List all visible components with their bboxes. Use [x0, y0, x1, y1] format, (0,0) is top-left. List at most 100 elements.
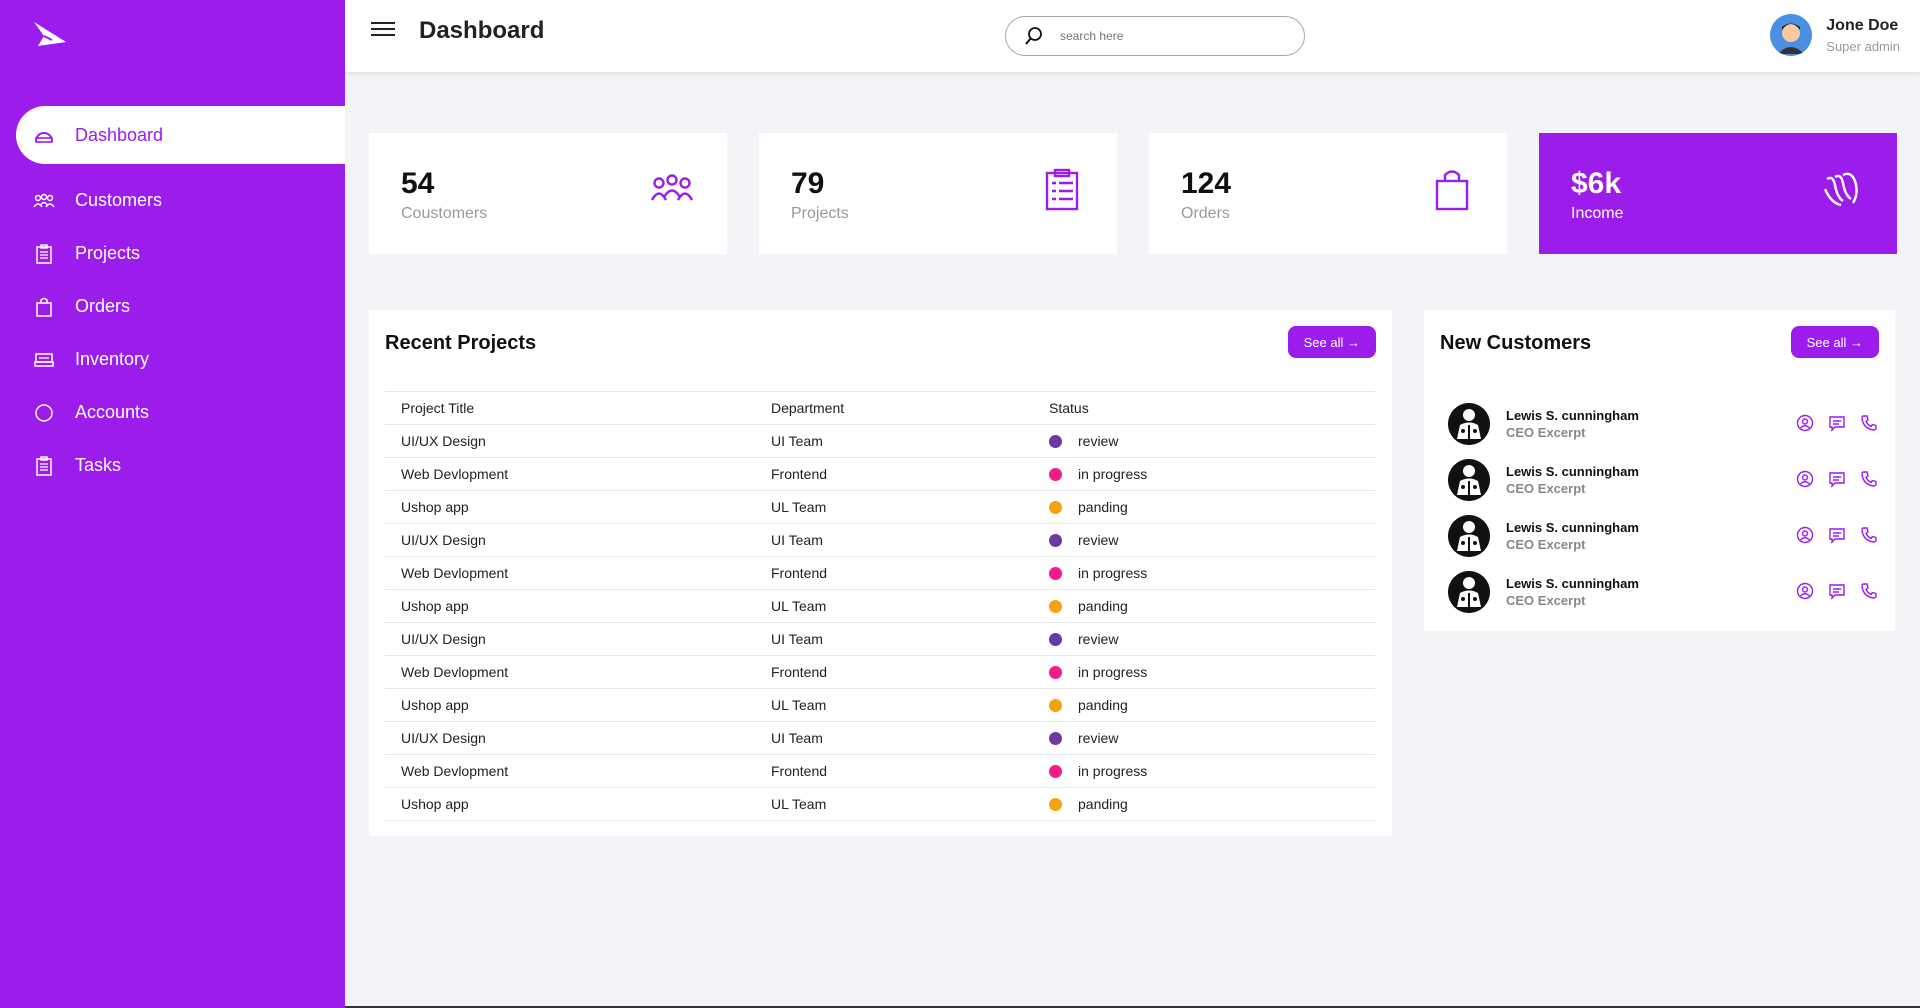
table-row[interactable]: UI/UX Design UI Team review	[385, 622, 1375, 656]
phone-icon[interactable]	[1860, 414, 1878, 432]
stat-value: $6k	[1571, 167, 1622, 200]
stat-card-projects[interactable]: 79 Projects	[759, 133, 1117, 254]
sidebar-nav: Dashboard Customers Projects Orders Inve…	[16, 106, 345, 492]
message-icon[interactable]	[1828, 526, 1846, 544]
table-row[interactable]: Web Devlopment Frontend in progress	[385, 655, 1375, 689]
table-row[interactable]: Web Devlopment Frontend in progress	[385, 556, 1375, 590]
customer-avatar	[1448, 571, 1490, 613]
phone-icon[interactable]	[1860, 470, 1878, 488]
people-icon	[33, 190, 55, 212]
status-label: in progress	[1078, 763, 1148, 779]
user-role: Super admin	[1826, 38, 1900, 54]
status-label: panding	[1078, 499, 1128, 515]
stat-cards: 54 Coustomers 79 Projects 124 Orders $6k…	[369, 133, 1897, 254]
status-label: review	[1078, 433, 1119, 449]
message-icon[interactable]	[1828, 414, 1846, 432]
sidebar-item-label: Customers	[75, 190, 163, 210]
logo-icon[interactable]	[30, 20, 70, 48]
message-icon[interactable]	[1828, 470, 1846, 488]
project-title: UI/UX Design	[385, 721, 755, 755]
stat-card-customers[interactable]: 54 Coustomers	[369, 133, 727, 254]
table-row[interactable]: Ushop app UL Team panding	[385, 490, 1375, 524]
table-row[interactable]: Ushop app UL Team panding	[385, 688, 1375, 722]
status-label: in progress	[1078, 565, 1148, 581]
user-name: Jone Doe	[1826, 16, 1899, 34]
page-title: Dashboard	[419, 17, 545, 44]
customer-role: CEO Excerpt	[1506, 481, 1586, 496]
project-title: Ushop app	[385, 688, 755, 722]
see-all-customers-button[interactable]: See all →	[1790, 326, 1879, 358]
table-row[interactable]: Ushop app UL Team panding	[385, 787, 1375, 821]
customer-item[interactable]: Lewis S. cunningham CEO Excerpt	[1448, 452, 1878, 508]
sidebar-item-dashboard[interactable]: Dashboard	[16, 106, 345, 164]
project-title: Web Devlopment	[385, 754, 755, 788]
project-department: Frontend	[755, 556, 1033, 590]
project-status: in progress	[1033, 457, 1375, 491]
status-dot	[1049, 600, 1062, 613]
dashboard-icon	[33, 124, 55, 146]
sidebar-item-tasks[interactable]: Tasks	[16, 439, 345, 492]
status-label: in progress	[1078, 466, 1148, 482]
stat-value: 79	[791, 167, 825, 200]
status-dot	[1049, 699, 1062, 712]
status-label: panding	[1078, 796, 1128, 812]
bag-icon	[33, 296, 55, 318]
customer-role: CEO Excerpt	[1506, 537, 1586, 552]
stat-label: Orders	[1181, 205, 1230, 222]
customer-actions	[1796, 470, 1878, 488]
search-box[interactable]	[1005, 16, 1305, 56]
sidebar: Dashboard Customers Projects Orders Inve…	[0, 0, 345, 1008]
customer-item[interactable]: Lewis S. cunningham CEO Excerpt	[1448, 508, 1878, 564]
sidebar-item-label: Tasks	[75, 455, 122, 475]
profile-icon[interactable]	[1796, 526, 1814, 544]
status-dot	[1049, 765, 1062, 778]
status-label: panding	[1078, 697, 1128, 713]
sidebar-item-projects[interactable]: Projects	[16, 227, 345, 280]
avatar[interactable]	[1770, 14, 1813, 56]
project-status: panding	[1033, 787, 1375, 821]
project-department: Frontend	[755, 655, 1033, 689]
customer-item[interactable]: Lewis S. cunningham CEO Excerpt	[1448, 396, 1878, 452]
project-department: UL Team	[755, 589, 1033, 623]
table-row[interactable]: Web Devlopment Frontend in progress	[385, 754, 1375, 788]
project-status: panding	[1033, 589, 1375, 623]
status-label: review	[1078, 730, 1119, 746]
table-row[interactable]: UI/UX Design UI Team review	[385, 721, 1375, 755]
sidebar-item-orders[interactable]: Orders	[16, 280, 345, 333]
stat-value: 54	[401, 167, 435, 200]
phone-icon[interactable]	[1860, 582, 1878, 600]
stat-card-income[interactable]: $6k Income	[1539, 133, 1897, 254]
project-status: review	[1033, 424, 1375, 458]
profile-icon[interactable]	[1796, 582, 1814, 600]
income-icon	[1823, 172, 1858, 207]
project-title: UI/UX Design	[385, 523, 755, 557]
project-status: panding	[1033, 688, 1375, 722]
sidebar-item-accounts[interactable]: Accounts	[16, 386, 345, 439]
message-icon[interactable]	[1828, 582, 1846, 600]
status-dot	[1049, 732, 1062, 745]
stat-card-orders[interactable]: 124 Orders	[1149, 133, 1507, 254]
profile-icon[interactable]	[1796, 414, 1814, 432]
menu-toggle-icon[interactable]	[371, 18, 395, 40]
profile-icon[interactable]	[1796, 470, 1814, 488]
stat-value: 124	[1181, 167, 1232, 200]
project-status: in progress	[1033, 556, 1375, 590]
status-dot	[1049, 666, 1062, 679]
user-menu[interactable]: Jone Doe Super admin	[1770, 14, 1900, 56]
stat-label: Coustomers	[401, 205, 488, 222]
table-row[interactable]: UI/UX Design UI Team review	[385, 523, 1375, 557]
phone-icon[interactable]	[1860, 526, 1878, 544]
customer-item[interactable]: Lewis S. cunningham CEO Excerpt	[1448, 564, 1878, 620]
project-title: Ushop app	[385, 787, 755, 821]
table-row[interactable]: UI/UX Design UI Team review	[385, 424, 1375, 458]
sidebar-item-customers[interactable]: Customers	[16, 174, 345, 227]
table-row[interactable]: Ushop app UL Team panding	[385, 589, 1375, 623]
clipboard-icon	[33, 243, 55, 265]
status-label: review	[1078, 532, 1119, 548]
customer-name: Lewis S. cunningham	[1506, 408, 1639, 423]
sidebar-item-inventory[interactable]: Inventory	[16, 333, 345, 386]
table-row[interactable]: Web Devlopment Frontend in progress	[385, 457, 1375, 491]
status-dot	[1049, 798, 1062, 811]
search-input[interactable]	[1058, 28, 1278, 44]
see-all-projects-button[interactable]: See all →	[1287, 326, 1376, 358]
